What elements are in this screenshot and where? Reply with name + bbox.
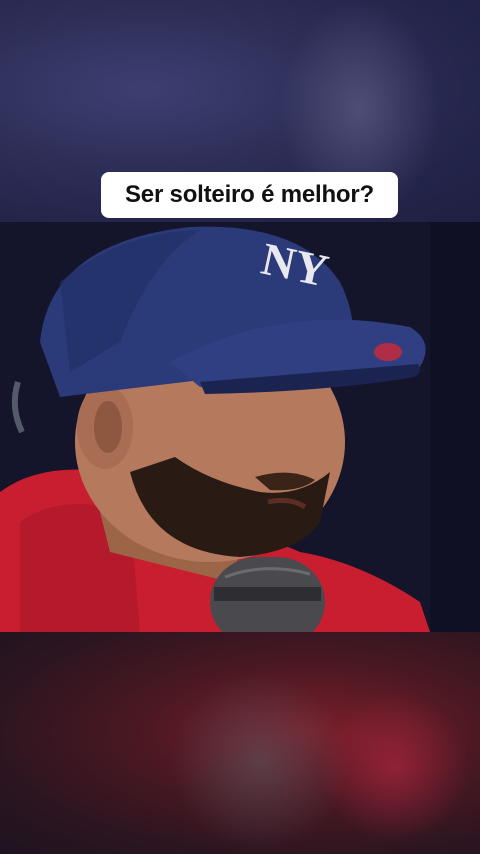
caption-overlay: Ser solteiro é melhor? (101, 172, 398, 218)
ear-inner (94, 401, 122, 453)
background-blob-red (320, 692, 470, 842)
video-frame[interactable]: NY (0, 222, 480, 632)
microphone-band (214, 587, 321, 601)
speaker-illustration: NY (0, 222, 480, 632)
blurred-background-bottom (0, 632, 480, 854)
caption-text: Ser solteiro é melhor? (124, 181, 374, 208)
backdrop-shadow (430, 222, 480, 632)
light-reflection (374, 343, 402, 361)
